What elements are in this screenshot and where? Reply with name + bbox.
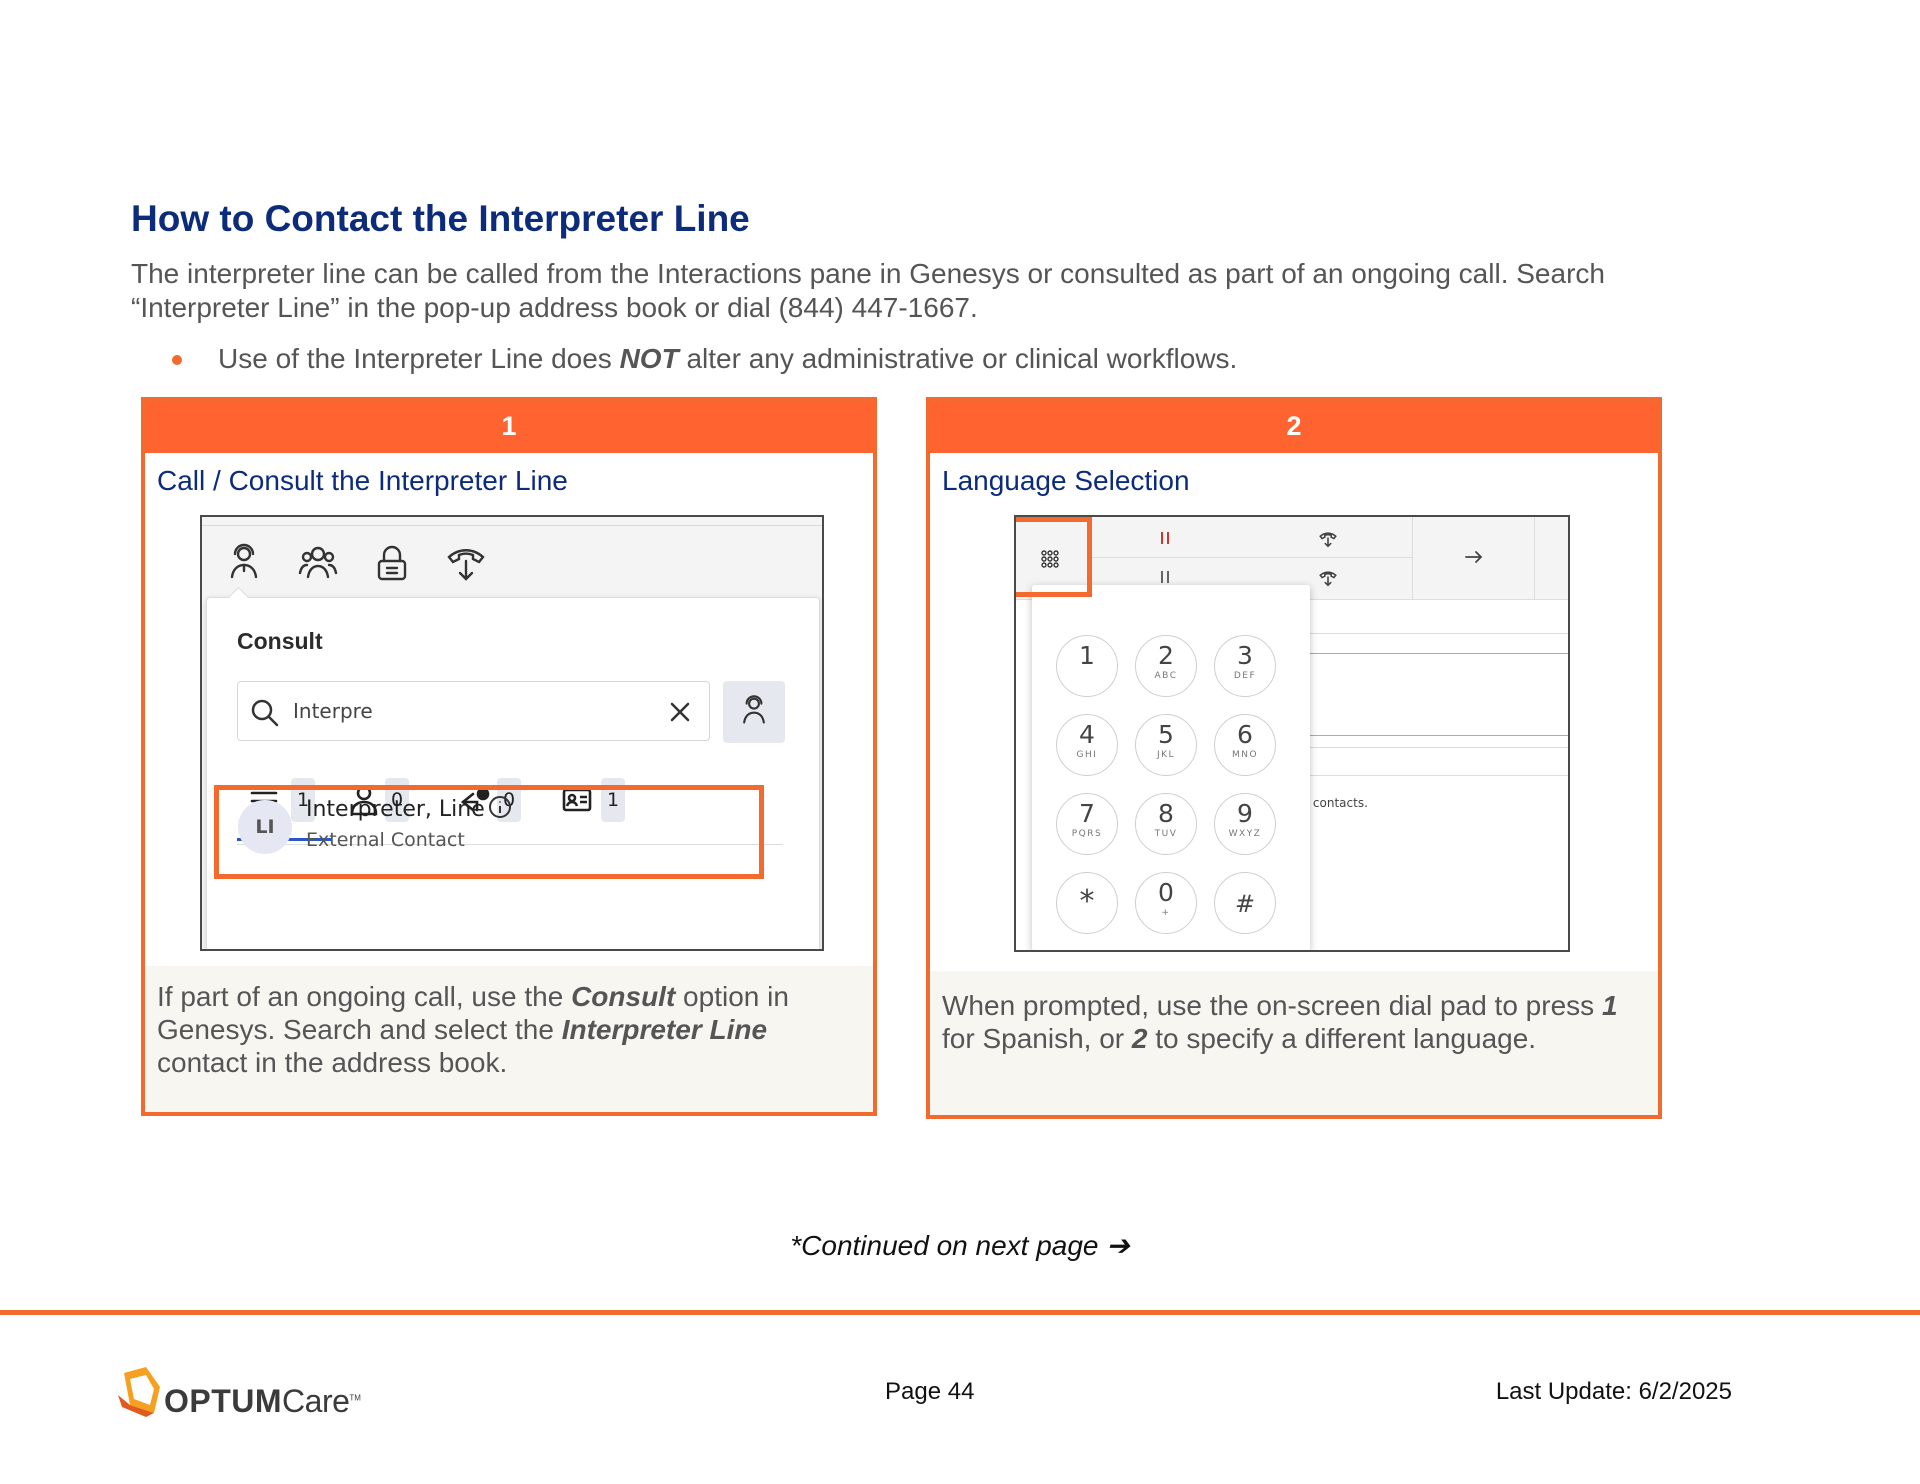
arrow-right-icon[interactable] — [1464, 549, 1484, 565]
dialpad-key-1[interactable]: 1 — [1056, 635, 1118, 697]
page-number: Page 44 — [885, 1378, 975, 1405]
dialpad-key-6[interactable]: 6 MNO — [1214, 714, 1276, 776]
dialpad-key-hash[interactable]: # — [1214, 872, 1276, 934]
search-input[interactable]: Interpre — [237, 681, 710, 741]
hold-icon[interactable] — [1158, 570, 1172, 584]
step-1-description: If part of an ongoing call, use the Cons… — [145, 966, 873, 1112]
step-2-title: Language Selection — [942, 465, 1190, 496]
step-1-card: 1 Call / Consult the Interpreter Line Co… — [141, 397, 877, 1116]
footer-divider — [0, 1310, 1920, 1315]
dialpad-screenshot: y contacts. 1 2 ABC 3 DEF 4 GHI 5 JKL 6 MNO 7… — [1014, 515, 1570, 952]
dialpad-key-9[interactable]: 9 WXYZ — [1214, 793, 1276, 855]
consult-screenshot: Consult Interpre 1 0 0 1 LI Interpreter,… — [200, 515, 824, 951]
last-update: Last Update: 6/2/2025 — [1495, 1378, 1732, 1405]
step-2-card: 2 Language Selection y contacts. 1 2 ABC … — [926, 397, 1662, 1119]
background-text: y contacts. — [1302, 796, 1368, 810]
dialpad: 1 2 ABC 3 DEF 4 GHI 5 JKL 6 MNO 7 PQRS 8 TUV 9W… — [1032, 585, 1310, 950]
search-icon — [251, 699, 279, 727]
consult-user-icon[interactable] — [222, 541, 266, 585]
step-2-description: When prompted, use the on-screen dial pa… — [930, 971, 1658, 1115]
dialpad-key-4[interactable]: 4 GHI — [1056, 714, 1118, 776]
dialpad-key-8[interactable]: 8 TUV — [1135, 793, 1197, 855]
transfer-call-icon[interactable] — [444, 541, 488, 585]
dialpad-key-2[interactable]: 2 ABC — [1135, 635, 1197, 697]
avatar: LI — [238, 800, 292, 854]
bullet-dot-icon — [172, 355, 182, 365]
hold-icon[interactable] — [1158, 531, 1172, 545]
clear-search-icon[interactable] — [668, 700, 692, 724]
logo-wordmark: OPTUMCareTM — [164, 1383, 361, 1419]
secure-lock-icon[interactable] — [370, 541, 414, 585]
consult-search-button[interactable] — [723, 681, 785, 743]
continued-note: *Continued on next page ➔ — [790, 1230, 1130, 1261]
optum-care-logo: OPTUMCareTM — [116, 1363, 361, 1423]
dialpad-key-3[interactable]: 3 DEF — [1214, 635, 1276, 697]
transfer-call-icon[interactable] — [1318, 529, 1338, 549]
step-1-number: 1 — [145, 401, 873, 453]
transfer-call-icon[interactable] — [1318, 568, 1338, 588]
search-value: Interpre — [293, 699, 373, 723]
group-icon[interactable] — [296, 541, 340, 585]
intro-paragraph: The interpreter line can be called from … — [131, 258, 1605, 323]
dialpad-key-5[interactable]: 5 JKL — [1135, 714, 1197, 776]
contact-type: External Contact — [306, 829, 465, 851]
page-title: How to Contact the Interpreter Line — [131, 198, 750, 239]
optum-logo-icon — [118, 1367, 160, 1417]
dialpad-key-7[interactable]: 7 PQRS — [1056, 793, 1118, 855]
consult-popup: Consult Interpre 1 0 0 1 — [206, 586, 820, 949]
dialpad-key-star[interactable]: * — [1056, 872, 1118, 934]
dialpad-key-0[interactable]: 0 + — [1135, 872, 1197, 934]
bullet-text: Use of the Interpreter Line does NOT alt… — [218, 343, 1238, 374]
consult-user-icon — [743, 695, 765, 724]
step-2-number: 2 — [930, 401, 1658, 453]
consult-title: Consult — [237, 628, 323, 654]
step-1-title: Call / Consult the Interpreter Line — [157, 465, 568, 496]
dialpad-highlight-box — [1016, 517, 1092, 597]
contact-name[interactable]: Interpreter, Line — [306, 797, 485, 822]
info-icon[interactable] — [488, 795, 512, 819]
